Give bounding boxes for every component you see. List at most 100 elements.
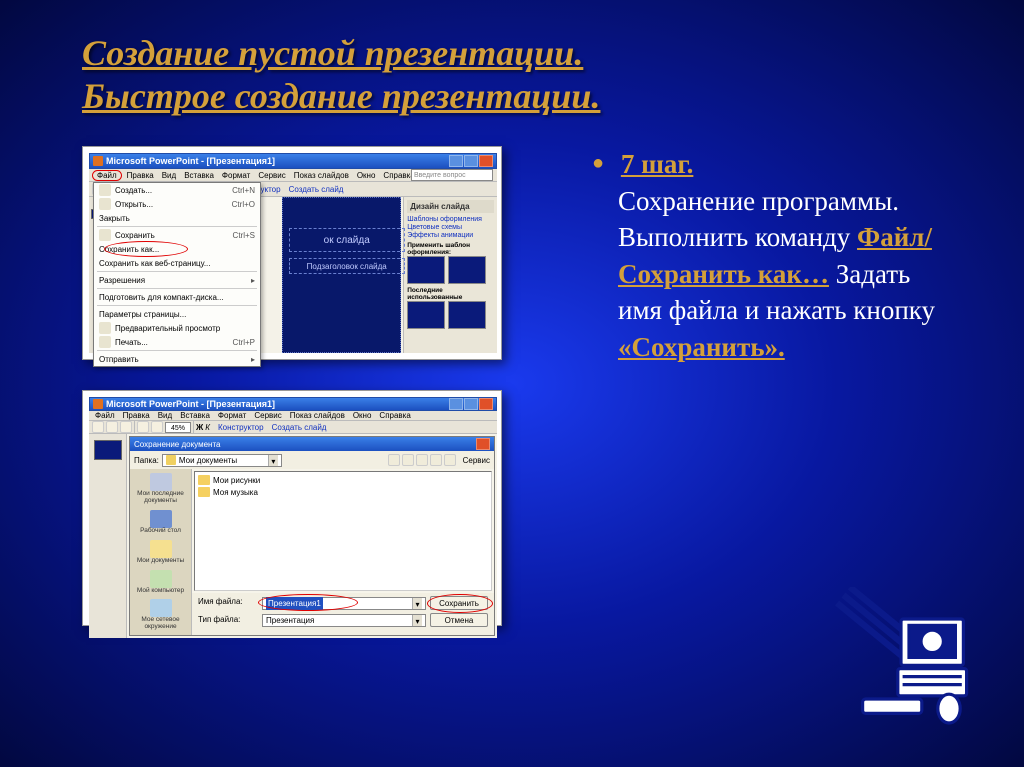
tb-new-icon[interactable] — [92, 421, 104, 433]
menu-insert[interactable]: Вставка — [181, 171, 217, 180]
menu-edit[interactable]: Правка — [120, 411, 153, 420]
window-title: Microsoft PowerPoint - [Презентация1] — [106, 399, 275, 409]
subtitle-placeholder[interactable]: Подзаголовок слайда — [289, 258, 405, 274]
printer-icon — [99, 336, 111, 348]
menu-item-save[interactable]: СохранитьCtrl+S — [94, 228, 260, 242]
menubar: Файл Правка Вид Вставка Формат Сервис По… — [89, 411, 497, 421]
zoom-level[interactable]: 45% — [165, 422, 191, 433]
filename-label: Имя файла: — [198, 597, 258, 606]
title-placeholder[interactable]: ок слайда — [289, 228, 405, 252]
designer-link[interactable]: Конструктор — [218, 423, 264, 432]
menu-view[interactable]: Вид — [159, 171, 179, 180]
views-icon[interactable] — [444, 454, 456, 466]
menu-item-preview[interactable]: Предварительный просмотр — [94, 321, 260, 335]
save-button[interactable]: Сохранить — [430, 596, 488, 610]
step-number: 7 шаг. — [621, 149, 694, 179]
preview-icon — [99, 322, 111, 334]
slide-editor[interactable]: ок слайда Подзаголовок слайда — [282, 197, 402, 353]
tb-open-icon[interactable] — [106, 421, 118, 433]
close-button[interactable] — [479, 155, 493, 167]
service-menu[interactable]: Сервис — [463, 456, 490, 465]
new-document-icon — [99, 184, 111, 196]
powerpoint-icon — [93, 156, 103, 166]
menu-view[interactable]: Вид — [155, 411, 175, 420]
place-documents[interactable]: Мои документы — [137, 540, 184, 565]
menu-help[interactable]: Справка — [376, 411, 413, 420]
folder-icon — [166, 455, 176, 465]
place-recent[interactable]: Мои последние документы — [132, 473, 189, 505]
file-list[interactable]: Мои рисунки Моя музыка — [194, 471, 492, 591]
tb-save-icon[interactable] — [120, 421, 132, 433]
menu-slideshow[interactable]: Показ слайдов — [291, 171, 352, 180]
menu-insert[interactable]: Вставка — [177, 411, 213, 420]
folder-item[interactable]: Моя музыка — [198, 487, 488, 497]
minimize-button[interactable] — [449, 155, 463, 167]
delete-icon[interactable] — [416, 454, 428, 466]
menu-item-permissions[interactable]: Разрешения▸ — [94, 273, 260, 287]
filetype-combo[interactable]: Презентация ▾ — [262, 614, 426, 627]
template-thumb[interactable] — [448, 256, 486, 284]
up-icon[interactable] — [402, 454, 414, 466]
help-search-input[interactable]: Введите вопрос — [411, 169, 493, 181]
new-slide-link[interactable]: Создать слайд — [289, 185, 344, 194]
menu-format[interactable]: Формат — [215, 411, 249, 420]
folder-item[interactable]: Мои рисунки — [198, 475, 488, 485]
documents-icon — [150, 540, 172, 558]
menu-tools[interactable]: Сервис — [255, 171, 288, 180]
dialog-close-button[interactable] — [476, 438, 490, 450]
color-schemes-link[interactable]: Цветовые схемы — [407, 224, 494, 231]
close-button[interactable] — [479, 398, 493, 410]
computer-icon — [150, 570, 172, 588]
folder-label: Папка: — [134, 456, 159, 465]
place-network[interactable]: Мое сетевое окружение — [132, 599, 189, 631]
menu-item-send[interactable]: Отправить▸ — [94, 352, 260, 366]
menu-item-package-cd[interactable]: Подготовить для компакт-диска... — [94, 290, 260, 304]
menu-slideshow[interactable]: Показ слайдов — [287, 411, 348, 420]
place-computer[interactable]: Мой компьютер — [137, 570, 184, 595]
minimize-button[interactable] — [449, 398, 463, 410]
menu-item-close[interactable]: Закрыть — [94, 211, 260, 225]
menu-item-new[interactable]: Создать...Ctrl+N — [94, 183, 260, 197]
template-thumb[interactable] — [407, 256, 445, 284]
animation-link[interactable]: Эффекты анимации — [407, 232, 494, 239]
slide-panel — [89, 434, 127, 638]
back-icon[interactable] — [388, 454, 400, 466]
save-icon — [99, 229, 111, 241]
menu-format[interactable]: Формат — [219, 171, 253, 180]
pane-title: Дизайн слайда — [407, 200, 494, 213]
maximize-button[interactable] — [464, 398, 478, 410]
place-desktop[interactable]: Рабочий стол — [140, 510, 181, 535]
new-folder-icon[interactable] — [430, 454, 442, 466]
new-slide-link[interactable]: Создать слайд — [272, 423, 327, 432]
slide-thumbnail[interactable] — [94, 440, 122, 460]
annotation-circle — [427, 594, 493, 613]
menu-item-save-as[interactable]: Сохранить как... — [94, 242, 260, 256]
bold-button[interactable]: Ж — [196, 423, 203, 432]
menu-window[interactable]: Окно — [354, 171, 379, 180]
network-icon — [150, 599, 172, 617]
maximize-button[interactable] — [464, 155, 478, 167]
menu-item-print[interactable]: Печать...Ctrl+P — [94, 335, 260, 349]
tb-undo-icon[interactable] — [151, 421, 163, 433]
folder-icon — [198, 487, 210, 497]
toolbar: 45% Ж К Конструктор Создать слайд — [89, 421, 497, 434]
menu-item-page-setup[interactable]: Параметры страницы... — [94, 307, 260, 321]
title-line2: Быстрое создание презентации. — [82, 75, 1024, 118]
templates-link[interactable]: Шаблоны оформления — [407, 216, 494, 223]
folder-combo[interactable]: Мои документы ▾ — [162, 454, 282, 467]
template-thumb[interactable] — [407, 301, 445, 329]
filetype-label: Тип файла: — [198, 615, 258, 624]
cancel-button[interactable]: Отмена — [430, 613, 488, 627]
dialog-title: Сохранение документа — [134, 440, 220, 449]
tb-print-icon[interactable] — [137, 421, 149, 433]
menu-edit[interactable]: Правка — [124, 171, 157, 180]
menu-item-open[interactable]: Открыть...Ctrl+O — [94, 197, 260, 211]
italic-button[interactable]: К — [205, 423, 210, 432]
template-thumb[interactable] — [448, 301, 486, 329]
chevron-down-icon: ▾ — [412, 598, 422, 609]
menu-tools[interactable]: Сервис — [251, 411, 284, 420]
menu-file[interactable]: Файл — [92, 411, 118, 420]
menu-item-save-web[interactable]: Сохранить как веб-страницу... — [94, 256, 260, 270]
menu-file[interactable]: Файл — [92, 170, 122, 181]
menu-window[interactable]: Окно — [350, 411, 375, 420]
